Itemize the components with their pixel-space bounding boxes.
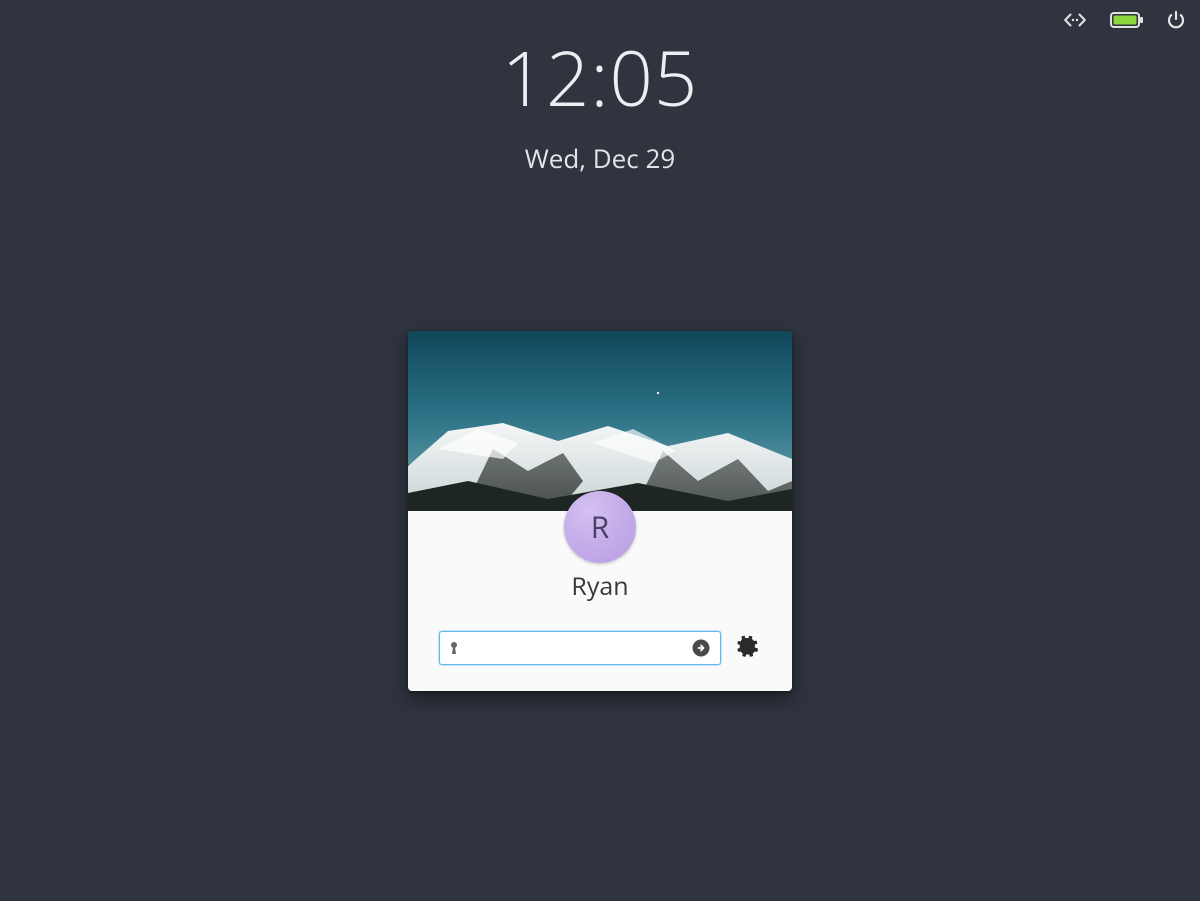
user-avatar[interactable]: R xyxy=(564,491,636,563)
password-field[interactable] xyxy=(439,631,721,665)
session-settings-button[interactable] xyxy=(735,635,761,661)
password-row xyxy=(432,631,768,665)
clock-date: Wed, Dec 29 xyxy=(0,140,1200,176)
clock-block: 12:05 Wed, Dec 29 xyxy=(0,38,1200,176)
power-icon[interactable] xyxy=(1166,10,1186,30)
submit-arrow-icon[interactable] xyxy=(690,637,712,659)
username-label: Ryan xyxy=(432,569,768,603)
network-wired-icon[interactable] xyxy=(1062,11,1088,29)
keyhole-icon xyxy=(448,640,460,656)
login-card: R Ryan xyxy=(408,331,792,691)
avatar-initial: R xyxy=(591,506,610,547)
password-input[interactable] xyxy=(460,632,690,664)
clock-time: 12:05 xyxy=(0,38,1200,118)
gear-icon xyxy=(737,635,759,662)
battery-full-charging-icon[interactable] xyxy=(1110,11,1144,29)
user-banner-image xyxy=(408,331,792,511)
topbar xyxy=(1062,6,1186,34)
